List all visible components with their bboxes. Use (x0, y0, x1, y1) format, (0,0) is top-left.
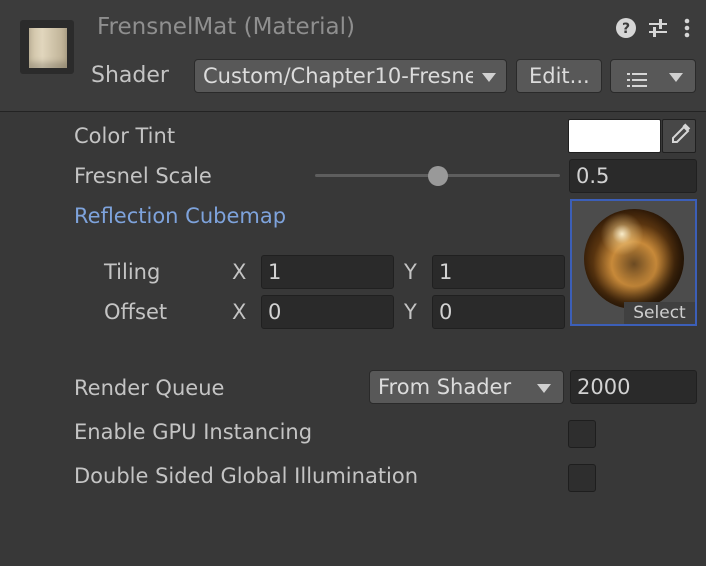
fresnel-scale-slider-thumb[interactable] (427, 166, 448, 186)
offset-label: Offset (104, 300, 168, 324)
tiling-x-label: X (232, 260, 247, 284)
double-sided-gi-checkbox[interactable] (568, 464, 596, 492)
material-options-dropdown[interactable] (610, 59, 696, 93)
svg-text:?: ? (622, 21, 630, 37)
chevron-down-icon (537, 384, 551, 393)
tiling-label: Tiling (104, 260, 161, 284)
gpu-instancing-label: Enable GPU Instancing (74, 420, 313, 444)
material-preview-thumbnail[interactable] (20, 20, 74, 74)
tiling-y-label: Y (404, 260, 417, 284)
help-icon[interactable]: ? (615, 17, 637, 39)
kebab-menu-icon[interactable] (680, 17, 694, 39)
cubemap-select-button[interactable]: Select (624, 302, 695, 324)
chevron-down-icon (482, 73, 496, 82)
fresnel-scale-input[interactable]: 0.5 (569, 159, 697, 193)
double-sided-gi-label: Double Sided Global Illumination (74, 464, 419, 488)
cubemap-texture-slot[interactable]: Select (570, 199, 697, 326)
tiling-y-input[interactable]: 1 (432, 255, 565, 289)
reflection-cubemap-label[interactable]: Reflection Cubemap (74, 204, 286, 228)
color-picker-button[interactable] (662, 119, 696, 153)
eyedropper-icon (672, 123, 691, 143)
shader-dropdown[interactable]: Custom/Chapter10-Fresnel (194, 59, 507, 93)
render-queue-dropdown[interactable]: From Shader (369, 370, 564, 404)
chevron-down-icon (669, 73, 683, 82)
preset-sliders-icon[interactable] (647, 17, 669, 39)
material-header: FrensnelMat (Material) ? Shader Custom/C… (0, 0, 706, 112)
shader-dropdown-value: Custom/Chapter10-Fresnel (203, 64, 473, 88)
tiling-x-input[interactable]: 1 (261, 255, 394, 289)
render-queue-label: Render Queue (74, 376, 225, 400)
offset-y-input[interactable]: 0 (432, 295, 565, 329)
offset-x-label: X (232, 300, 247, 324)
offset-x-input[interactable]: 0 (261, 295, 394, 329)
material-title: FrensnelMat (Material) (97, 14, 355, 40)
render-queue-mode: From Shader (378, 375, 512, 399)
cubemap-sphere-preview (584, 209, 684, 309)
shader-label: Shader (91, 63, 169, 88)
color-tint-swatch[interactable] (568, 119, 661, 153)
list-icon (627, 69, 649, 92)
fresnel-scale-label: Fresnel Scale (74, 164, 212, 188)
color-tint-label: Color Tint (74, 124, 176, 148)
offset-y-label: Y (404, 300, 417, 324)
gpu-instancing-checkbox[interactable] (568, 420, 596, 448)
edit-shader-label: Edit... (529, 64, 590, 88)
cube-preview-icon (29, 28, 67, 68)
render-queue-input[interactable]: 2000 (570, 370, 697, 404)
edit-shader-button[interactable]: Edit... (516, 59, 602, 93)
